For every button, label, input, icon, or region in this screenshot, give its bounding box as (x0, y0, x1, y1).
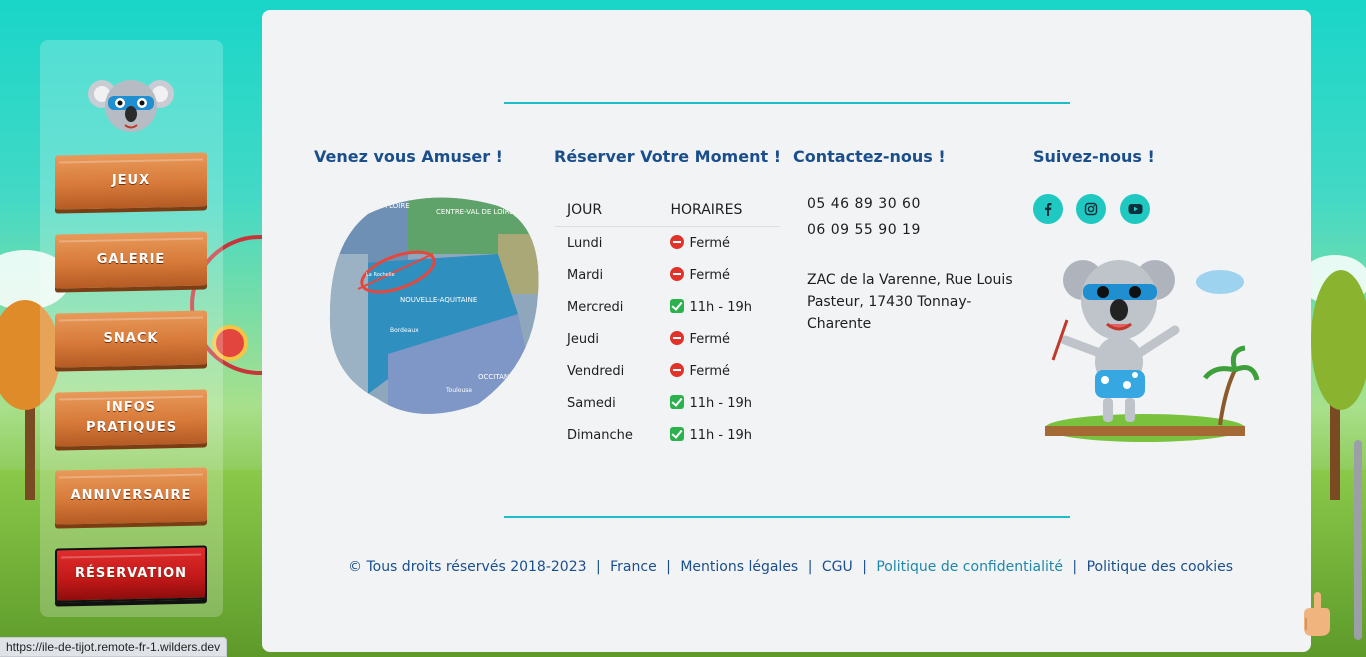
day-cell: Mercredi (567, 299, 624, 315)
opening-hours-table: JOUR HORAIRES Lundi Fermé Mardi Fermé Mercre… (555, 198, 780, 451)
check-icon (670, 427, 685, 441)
no-entry-icon (670, 331, 685, 345)
hours-text: 11h - 19h (689, 396, 753, 411)
hours-cell: Fermé (658, 259, 780, 291)
koala-mascot-image (1045, 260, 1260, 442)
table-header-row: JOUR HORAIRES (555, 198, 780, 227)
divider (504, 516, 1070, 518)
nav-label: JEUX (111, 173, 151, 188)
booking-title: Réserver Votre Moment ! (554, 147, 781, 166)
day-cell: Vendredi (567, 363, 625, 379)
facebook-icon (1045, 203, 1052, 216)
phone-number[interactable]: 06 09 55 90 19 (807, 222, 921, 238)
pointing-hand-icon[interactable] (1300, 590, 1332, 638)
no-entry-icon (670, 267, 685, 281)
table-row: Samedi 11h - 19h (555, 387, 780, 419)
sidebar-nav: JEUX GALERIE SNACK INFOS PRATIQUES ANNIV… (40, 40, 223, 617)
table-row: Lundi Fermé (555, 227, 780, 259)
footer-links: © Tous droits réservés 2018-2023 | Franc… (348, 559, 1233, 575)
hours-text: Fermé (689, 268, 731, 283)
instagram-button[interactable] (1076, 194, 1106, 224)
svg-text:Bordeaux: Bordeaux (390, 327, 419, 334)
footer-panel: Venez vous Amuser ! Réserver Votre Momen… (262, 10, 1311, 652)
hours-text: 11h - 19h (689, 428, 753, 443)
separator: | (595, 559, 601, 575)
check-icon (670, 299, 685, 313)
hours-cell: 11h - 19h (658, 291, 780, 323)
nav-label: RÉSERVATION (74, 566, 187, 581)
day-cell: Jeudi (567, 331, 599, 347)
table-row: Dimanche 11h - 19h (555, 419, 780, 451)
hours-text: Fermé (689, 332, 731, 347)
svg-text:Toulouse: Toulouse (445, 387, 472, 394)
svg-text:OCCITANIE: OCCITANIE (478, 373, 516, 381)
separator: | (862, 559, 867, 575)
status-bar-url: https://ile-de-tijot.remote-fr-1.wilders… (0, 637, 228, 657)
separator: | (666, 559, 671, 575)
nav-snack-button[interactable]: SNACK (55, 310, 207, 368)
link-cgu[interactable]: CGU (822, 559, 853, 575)
follow-title: Suivez-nous ! (1033, 147, 1155, 166)
hours-cell: 11h - 19h (658, 419, 780, 451)
day-cell: Lundi (567, 235, 603, 251)
svg-text:CENTRE-VAL DE LOIRE: CENTRE-VAL DE LOIRE (436, 208, 514, 216)
link-mentions-legales[interactable]: Mentions légales (680, 559, 798, 575)
hours-cell: Fermé (658, 227, 780, 259)
instagram-icon (1084, 202, 1098, 216)
hours-text: 11h - 19h (689, 300, 753, 315)
separator: | (807, 559, 813, 575)
day-cell: Mardi (567, 267, 604, 283)
address-text: ZAC de la Varenne, Rue Louis Pasteur, 17… (807, 272, 1013, 332)
hours-cell: Fermé (658, 355, 780, 387)
nav-reservation-button[interactable]: RÉSERVATION (55, 545, 207, 603)
copyright-text: © Tous droits réservés 2018-2023 (348, 559, 587, 575)
table-row: Jeudi Fermé (555, 323, 780, 355)
nav-jeux-button[interactable]: JEUX (55, 152, 207, 210)
fun-title: Venez vous Amuser ! (314, 147, 503, 166)
day-cell: Samedi (567, 395, 616, 411)
nav-anniversaire-button[interactable]: ANNIVERSAIRE (55, 467, 207, 525)
separator: | (1072, 559, 1078, 575)
day-cell: Dimanche (567, 427, 633, 443)
column-header-day: JOUR (555, 198, 659, 227)
check-icon (670, 395, 685, 409)
nav-label: SNACK (103, 331, 159, 346)
hours-text: Fermé (689, 364, 731, 379)
divider (504, 102, 1070, 104)
hours-cell: 11h - 19h (658, 387, 780, 419)
nav-infos-pratiques-button[interactable]: INFOS PRATIQUES (55, 389, 207, 447)
table-row: Mardi Fermé (555, 259, 780, 291)
facebook-button[interactable] (1033, 194, 1063, 224)
no-entry-icon (670, 235, 685, 250)
nav-galerie-button[interactable]: GALERIE (55, 231, 207, 289)
column-header-hours: HORAIRES (658, 198, 780, 227)
link-politique-cookies[interactable]: Politique des cookies (1087, 559, 1233, 575)
page-scrollbar[interactable] (1354, 440, 1362, 640)
youtube-icon (1128, 204, 1142, 214)
tree-decoration (1311, 270, 1366, 410)
contact-title: Contactez-nous ! (793, 147, 946, 166)
svg-text:La Rochelle: La Rochelle (366, 272, 395, 278)
link-politique-confidentialite[interactable]: Politique de confidentialité (876, 559, 1063, 575)
table-row: Mercredi 11h - 19h (555, 291, 780, 323)
nav-label: ANNIVERSAIRE (70, 488, 192, 503)
koala-logo-icon[interactable] (88, 72, 174, 134)
nav-label: GALERIE (96, 252, 166, 267)
link-france[interactable]: France (610, 559, 657, 575)
no-entry-icon (670, 363, 685, 377)
svg-text:DE LA LOIRE: DE LA LOIRE (366, 202, 410, 210)
svg-text:NOUVELLE-AQUITAINE: NOUVELLE-AQUITAINE (400, 296, 477, 304)
hours-cell: Fermé (658, 323, 780, 355)
nav-label: INFOS PRATIQUES (86, 400, 178, 435)
phone-number[interactable]: 05 46 89 30 60 (807, 196, 921, 212)
table-row: Vendredi Fermé (555, 355, 780, 387)
youtube-button[interactable] (1120, 194, 1150, 224)
hours-text: Fermé (689, 236, 731, 252)
region-map-image: DE LA LOIRE CENTRE-VAL DE LOIRE NOUVELLE… (329, 197, 539, 414)
